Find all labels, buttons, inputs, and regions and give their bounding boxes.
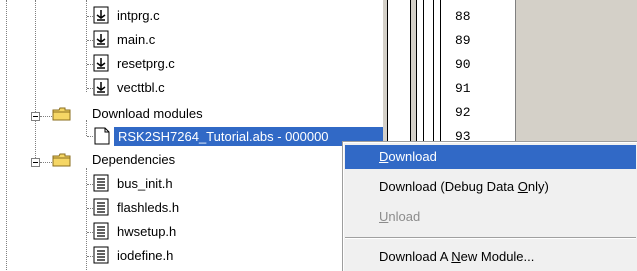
tree-item-file[interactable]: flashleds.h [93, 197, 243, 219]
collapse-toggle-dependencies[interactable] [31, 158, 40, 167]
tree-item-label: vecttbl.c [117, 80, 165, 95]
tree-item-label: Download modules [92, 106, 203, 121]
tree-item-file[interactable]: intprg.c [93, 5, 243, 27]
header-file-icon [93, 222, 109, 240]
tree-guide-line [35, 0, 36, 116]
header-file-icon [93, 198, 109, 216]
tree-item-dependencies[interactable]: Dependencies [52, 149, 252, 171]
line-number: 91 [455, 81, 471, 96]
tree-item-file[interactable]: iodefine.h [93, 245, 243, 267]
tree-item-label: main.c [117, 32, 156, 47]
tree-item-file[interactable]: main.c [93, 29, 243, 51]
line-number: 92 [455, 105, 471, 120]
tree-item-file[interactable]: bus_init.h [93, 173, 243, 195]
menu-item-unload[interactable]: Unload [345, 205, 636, 229]
collapse-toggle-download-modules[interactable] [31, 112, 40, 121]
tree-item-label: flashleds.h [117, 200, 180, 215]
c-file-icon [93, 54, 109, 72]
module-file-icon [94, 127, 110, 145]
tree-item-file[interactable]: vecttbl.c [93, 77, 243, 99]
menu-item-download-new-module[interactable]: Download A New Module... [345, 245, 636, 269]
folder-open-icon [52, 107, 71, 121]
tree-item-label: hwsetup.h [117, 224, 177, 239]
tree-guide-line [35, 116, 36, 162]
menu-item-download-debug-data-only[interactable]: Download (Debug Data Only) [345, 175, 636, 199]
tree-item-file[interactable]: hwsetup.h [93, 221, 243, 243]
c-file-icon [93, 6, 109, 24]
tree-item-file[interactable]: resetprg.c [93, 53, 243, 75]
tree-item-label: intprg.c [117, 8, 160, 23]
tree-item-label: resetprg.c [117, 56, 175, 71]
header-file-icon [93, 174, 109, 192]
workspace-tree: intprg.c main.c resetprg.c vecttbl.c Dow… [0, 0, 383, 270]
tree-guide-line [86, 0, 87, 92]
tree-guide-line [6, 0, 7, 270]
folder-open-icon [52, 153, 71, 167]
line-number: 89 [455, 33, 471, 48]
header-file-icon [93, 246, 109, 264]
menu-separator [345, 237, 636, 239]
c-file-icon [93, 78, 109, 96]
context-menu: Download Download (Debug Data Only) Unlo… [342, 141, 637, 271]
c-file-icon [93, 30, 109, 48]
tree-item-download-modules[interactable]: Download modules [52, 103, 252, 125]
tree-item-label: iodefine.h [117, 248, 174, 263]
line-number: 88 [455, 9, 471, 24]
line-number: 90 [455, 57, 471, 72]
menu-item-download[interactable]: Download [345, 145, 636, 169]
tree-item-label: Dependencies [92, 152, 176, 167]
tree-item-label: bus_init.h [117, 176, 173, 191]
